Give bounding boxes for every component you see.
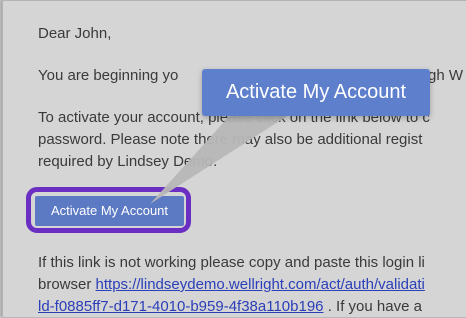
greeting: Dear John,: [38, 25, 112, 42]
intro-line-start: You are beginning yo: [38, 67, 179, 84]
activate-callout-label: Activate My Account: [202, 69, 430, 116]
fallback-link-line: browser https://lindseydemo.wellright.co…: [38, 274, 425, 296]
validation-link-continued[interactable]: ld-f0885ff7-d171-4010-b959-4f38a110b196: [38, 298, 324, 315]
fallback-link-line-2: ld-f0885ff7-d171-4010-b959-4f38a110b196 …: [38, 296, 422, 318]
requirement-line: required by Lindsey Demo.: [38, 153, 218, 170]
activate-account-button[interactable]: Activate My Account: [35, 196, 184, 226]
intro-line-end: gh W: [428, 67, 464, 84]
fallback-prefix: browser: [38, 276, 96, 293]
password-note-line: password. Please note there may also be …: [38, 131, 423, 148]
fallback-trailing-text: . If you have a: [323, 298, 422, 315]
validation-link[interactable]: https://lindseydemo.wellright.com/act/au…: [96, 276, 425, 293]
email-frame: Dear John, You are beginning yo gh W To …: [2, 0, 466, 317]
fallback-instruction-line: If this link is not working please copy …: [38, 254, 425, 271]
